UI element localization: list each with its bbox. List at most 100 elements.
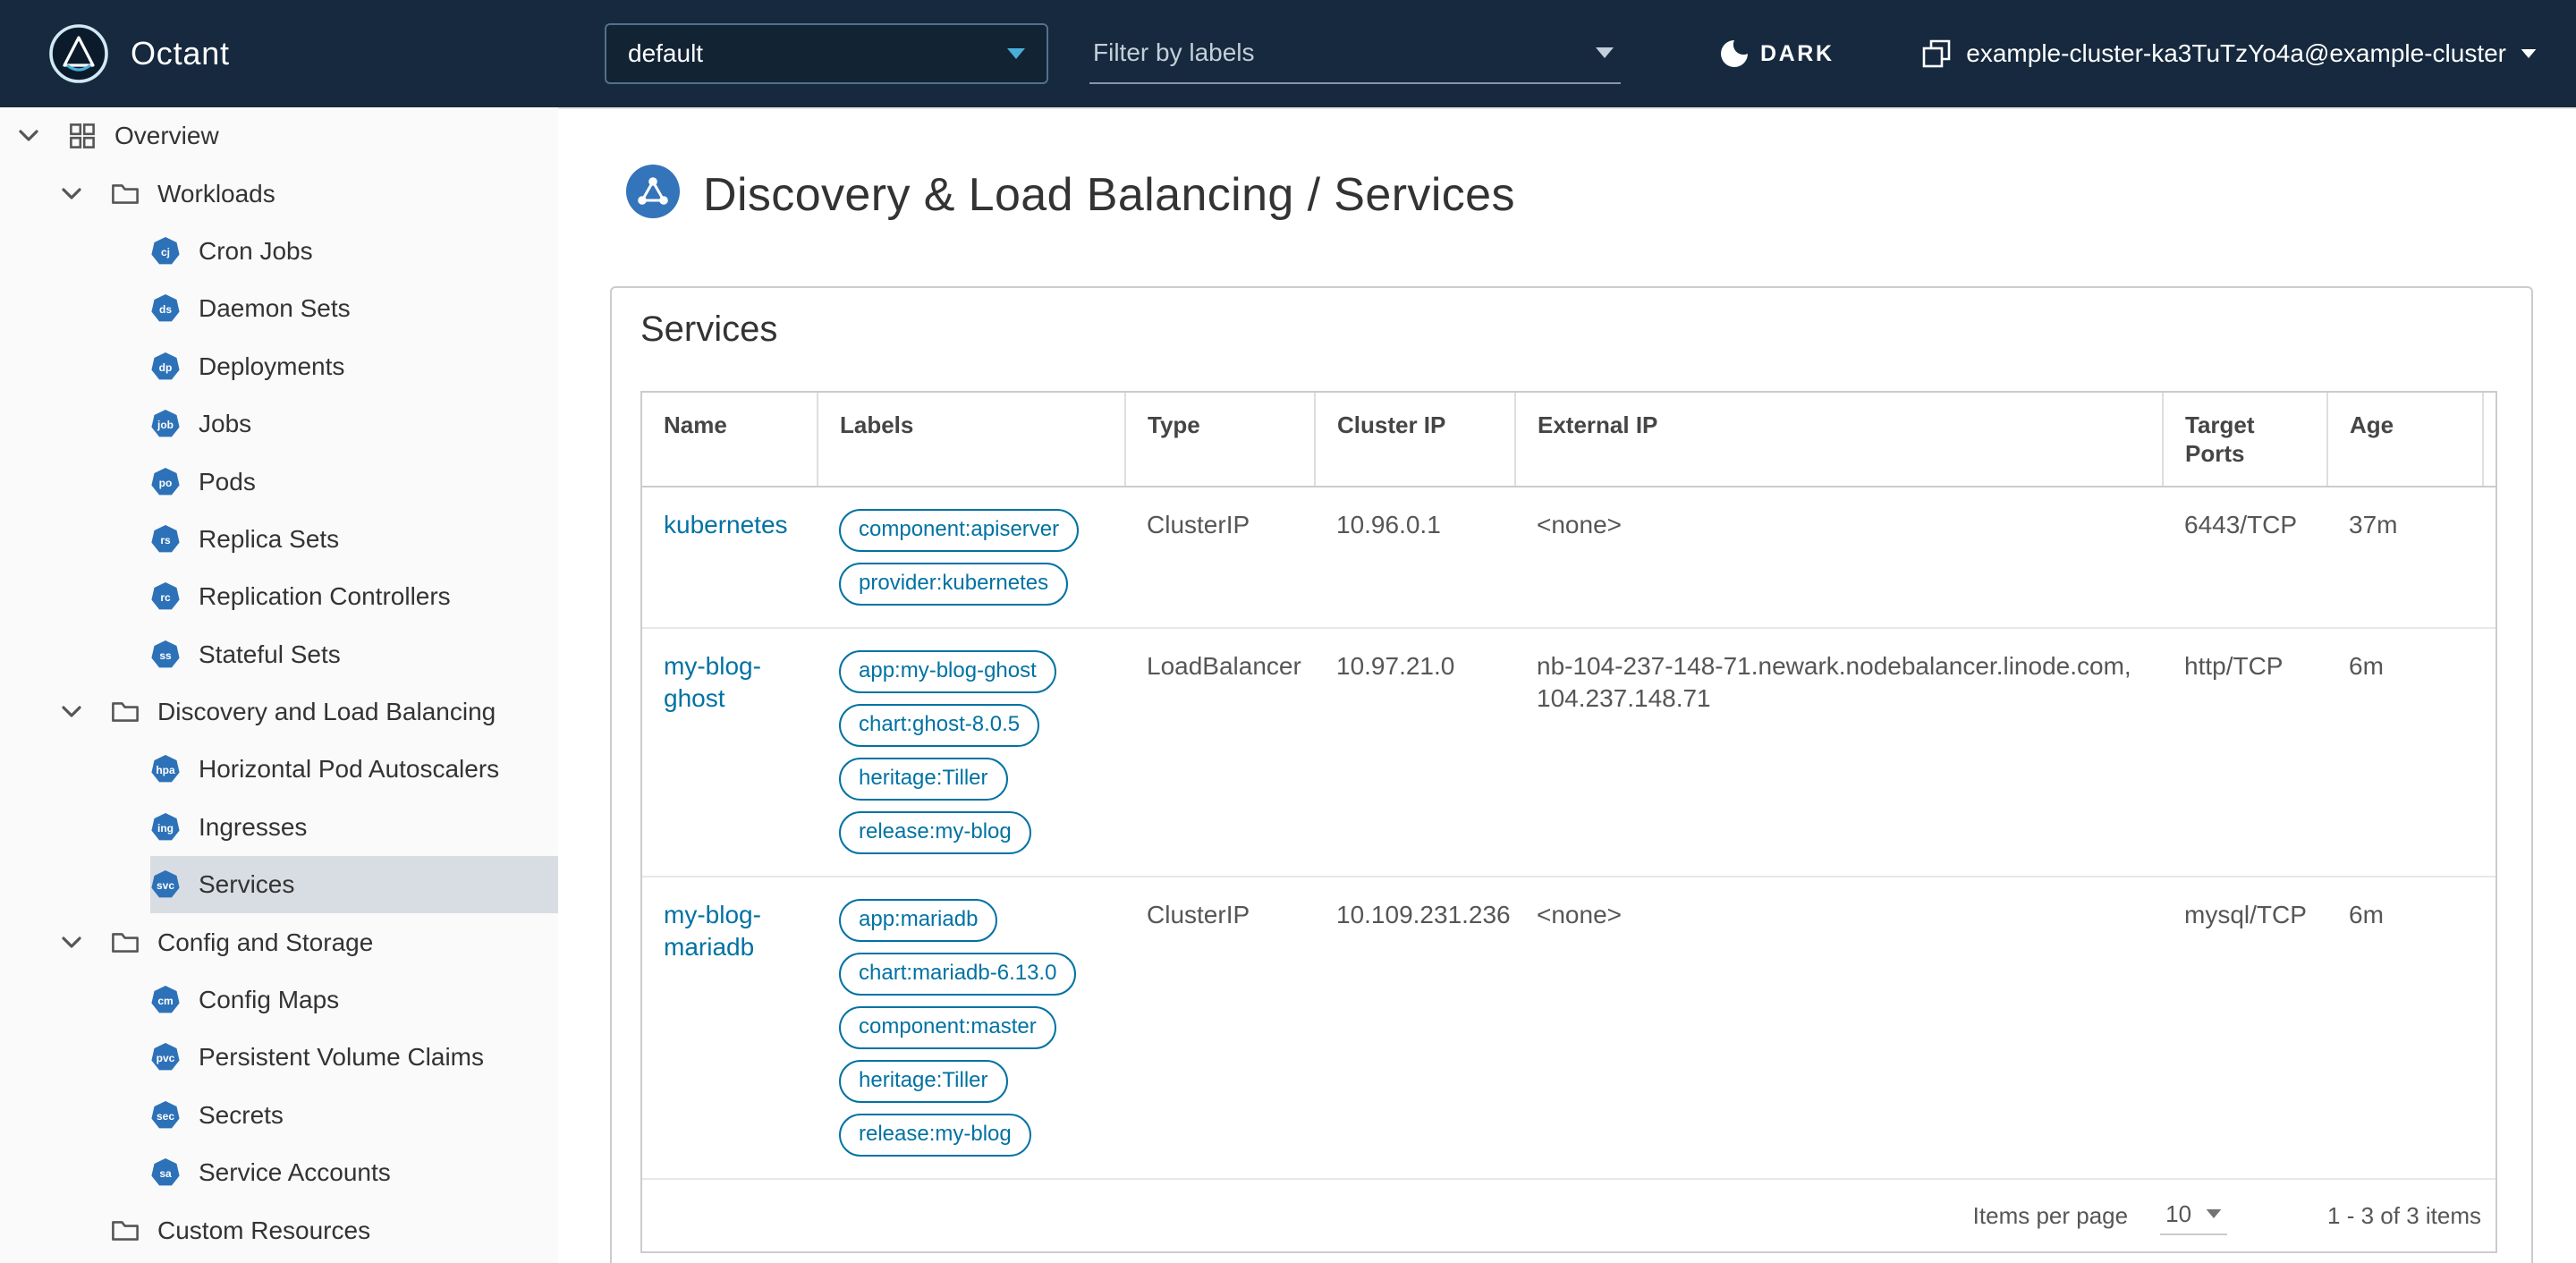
svg-text:svc: svc: [157, 879, 174, 892]
column-header-name: Name: [642, 393, 818, 487]
sidebar-item-overview[interactable]: Overview: [0, 107, 558, 165]
column-header-filler: [2483, 393, 2496, 487]
folder-icon: [111, 930, 140, 955]
config-maps-icon: cm: [150, 985, 181, 1015]
overview-icon: [68, 122, 97, 150]
sidebar-item-horizontal-pod-autoscalers[interactable]: hpa Horizontal Pod Autoscalers: [0, 741, 558, 798]
replication-controllers-icon: rc: [150, 581, 181, 612]
main-content: Discovery & Load Balancing / Services Se…: [558, 107, 2576, 1263]
table-row: kubernetes component:apiserver provider:…: [642, 487, 2496, 629]
table-row: my-blog-ghost app:my-blog-ghost chart:gh…: [642, 628, 2496, 877]
sidebar-item-services[interactable]: svc Services: [0, 856, 558, 914]
cell-target-ports: http/TCP: [2163, 628, 2327, 877]
namespace-value: default: [628, 39, 704, 67]
label-pill[interactable]: chart:mariadb-6.13.0: [839, 953, 1077, 996]
svg-text:sa: sa: [159, 1167, 172, 1180]
service-link[interactable]: kubernetes: [664, 511, 788, 538]
label-pill[interactable]: release:my-blog: [839, 811, 1031, 854]
sidebar-group-config-and-storage[interactable]: Config and Storage: [0, 913, 558, 971]
label-pill[interactable]: component:apiserver: [839, 509, 1080, 552]
octant-logo[interactable]: [48, 23, 109, 84]
sidebar-item-ingresses[interactable]: ing Ingresses: [0, 799, 558, 856]
pagination-range: 1 - 3 of 3 items: [2327, 1201, 2481, 1229]
chevron-down-icon: [2521, 49, 2537, 58]
pods-icon: po: [150, 467, 181, 497]
cell-age: 37m: [2327, 487, 2483, 629]
card-title: Services: [640, 309, 778, 349]
pagination-footer: Items per page 10 1 - 3 of 3 items: [642, 1180, 2496, 1251]
services-card: Services Name Labels Type Cluster IP Ext…: [610, 286, 2533, 1263]
cell-name: my-blog-ghost: [642, 628, 818, 877]
chevron-down-icon[interactable]: [61, 188, 82, 200]
sidebar-item-deployments[interactable]: dp Deployments: [0, 338, 558, 395]
sidebar-item-daemon-sets[interactable]: ds Daemon Sets: [0, 280, 558, 337]
namespace-select[interactable]: default: [605, 23, 1048, 84]
chevron-down-icon: [2206, 1209, 2222, 1218]
sidebar-item-replication-controllers[interactable]: rc Replication Controllers: [0, 568, 558, 625]
moon-icon: [1721, 40, 1748, 67]
chevron-down-icon[interactable]: [61, 937, 82, 949]
secrets-icon: sec: [150, 1100, 181, 1131]
column-header-external-ip: External IP: [1515, 393, 2164, 487]
cell-external-ip: <none>: [1515, 877, 2163, 1180]
cell-external-ip: <none>: [1515, 487, 2163, 629]
jobs-icon: job: [150, 409, 181, 439]
hpa-icon: hpa: [150, 754, 181, 784]
label-pill[interactable]: component:master: [839, 1006, 1056, 1049]
sidebar-group-custom-resources[interactable]: Custom Resources: [0, 1201, 558, 1259]
sidebar-group-discovery-load-balancing[interactable]: Discovery and Load Balancing: [0, 683, 558, 741]
theme-toggle-label: DARK: [1760, 40, 1835, 66]
cell-cluster-ip: 10.96.0.1: [1315, 487, 1515, 629]
page-size-value: 10: [2165, 1199, 2192, 1227]
deployments-icon: dp: [150, 352, 181, 382]
page-size-select[interactable]: 10: [2160, 1197, 2228, 1235]
sidebar-item-replica-sets[interactable]: rs Replica Sets: [0, 511, 558, 568]
svg-text:pvc: pvc: [157, 1052, 175, 1064]
sidebar-item-stateful-sets[interactable]: ss Stateful Sets: [0, 626, 558, 683]
svg-text:sec: sec: [157, 1110, 174, 1123]
sidebar-item-persistent-volume-claims[interactable]: pvc Persistent Volume Claims: [0, 1029, 558, 1086]
label-filter-input[interactable]: [1093, 38, 1596, 67]
sidebar-item-secrets[interactable]: sec Secrets: [0, 1087, 558, 1144]
column-header-cluster-ip: Cluster IP: [1315, 393, 1516, 487]
folder-icon: [111, 699, 140, 725]
sidebar-item-cron-jobs[interactable]: cj Cron Jobs: [0, 223, 558, 280]
label-pill[interactable]: app:my-blog-ghost: [839, 650, 1056, 693]
label-pill[interactable]: release:my-blog: [839, 1114, 1031, 1157]
column-header-type: Type: [1125, 393, 1316, 487]
label-filter: [1089, 23, 1621, 84]
app-title: Octant: [131, 35, 230, 72]
ingresses-icon: ing: [150, 812, 181, 843]
label-pill[interactable]: chart:ghost-8.0.5: [839, 704, 1040, 747]
svg-text:cm: cm: [157, 995, 173, 1007]
services-page-icon: [626, 165, 680, 225]
label-pill[interactable]: provider:kubernetes: [839, 563, 1069, 606]
page-title: Discovery & Load Balancing / Services: [703, 169, 1515, 221]
svg-text:ing: ing: [157, 822, 174, 835]
cell-type: ClusterIP: [1125, 877, 1315, 1180]
sidebar-item-pods[interactable]: po Pods: [0, 453, 558, 510]
theme-toggle-button[interactable]: DARK: [1721, 0, 1835, 107]
sidebar-group-workloads[interactable]: Workloads: [0, 165, 558, 222]
label-pill[interactable]: app:mariadb: [839, 899, 998, 942]
service-link[interactable]: my-blog-mariadb: [664, 901, 761, 961]
sidebar-item-service-accounts[interactable]: sa Service Accounts: [0, 1144, 558, 1201]
services-table: Name Labels Type Cluster IP External IP …: [640, 391, 2497, 1253]
svg-text:ss: ss: [159, 649, 172, 662]
label-pill[interactable]: heritage:Tiller: [839, 758, 1008, 801]
sidebar-item-jobs[interactable]: job Jobs: [0, 395, 558, 453]
column-header-target-ports: Target Ports: [2163, 393, 2328, 487]
cell-labels: component:apiserver provider:kubernetes: [818, 487, 1125, 629]
cluster-icon: [1922, 39, 1951, 68]
context-selector[interactable]: example-cluster-ka3TuTzYo4a@example-clus…: [1921, 0, 2537, 107]
svg-text:job: job: [157, 419, 174, 431]
chevron-down-icon[interactable]: [18, 130, 39, 142]
service-link[interactable]: my-blog-ghost: [664, 652, 761, 712]
cell-target-ports: mysql/TCP: [2163, 877, 2327, 1180]
label-pill[interactable]: heritage:Tiller: [839, 1060, 1008, 1103]
sidebar-item-config-maps[interactable]: cm Config Maps: [0, 971, 558, 1029]
chevron-down-icon[interactable]: [61, 706, 82, 718]
column-header-labels: Labels: [818, 393, 1126, 487]
cell-labels: app:mariadb chart:mariadb-6.13.0 compone…: [818, 877, 1125, 1180]
sidebar-nav: Overview Workloads cj Cron Jobs ds Daemo…: [0, 107, 558, 1263]
